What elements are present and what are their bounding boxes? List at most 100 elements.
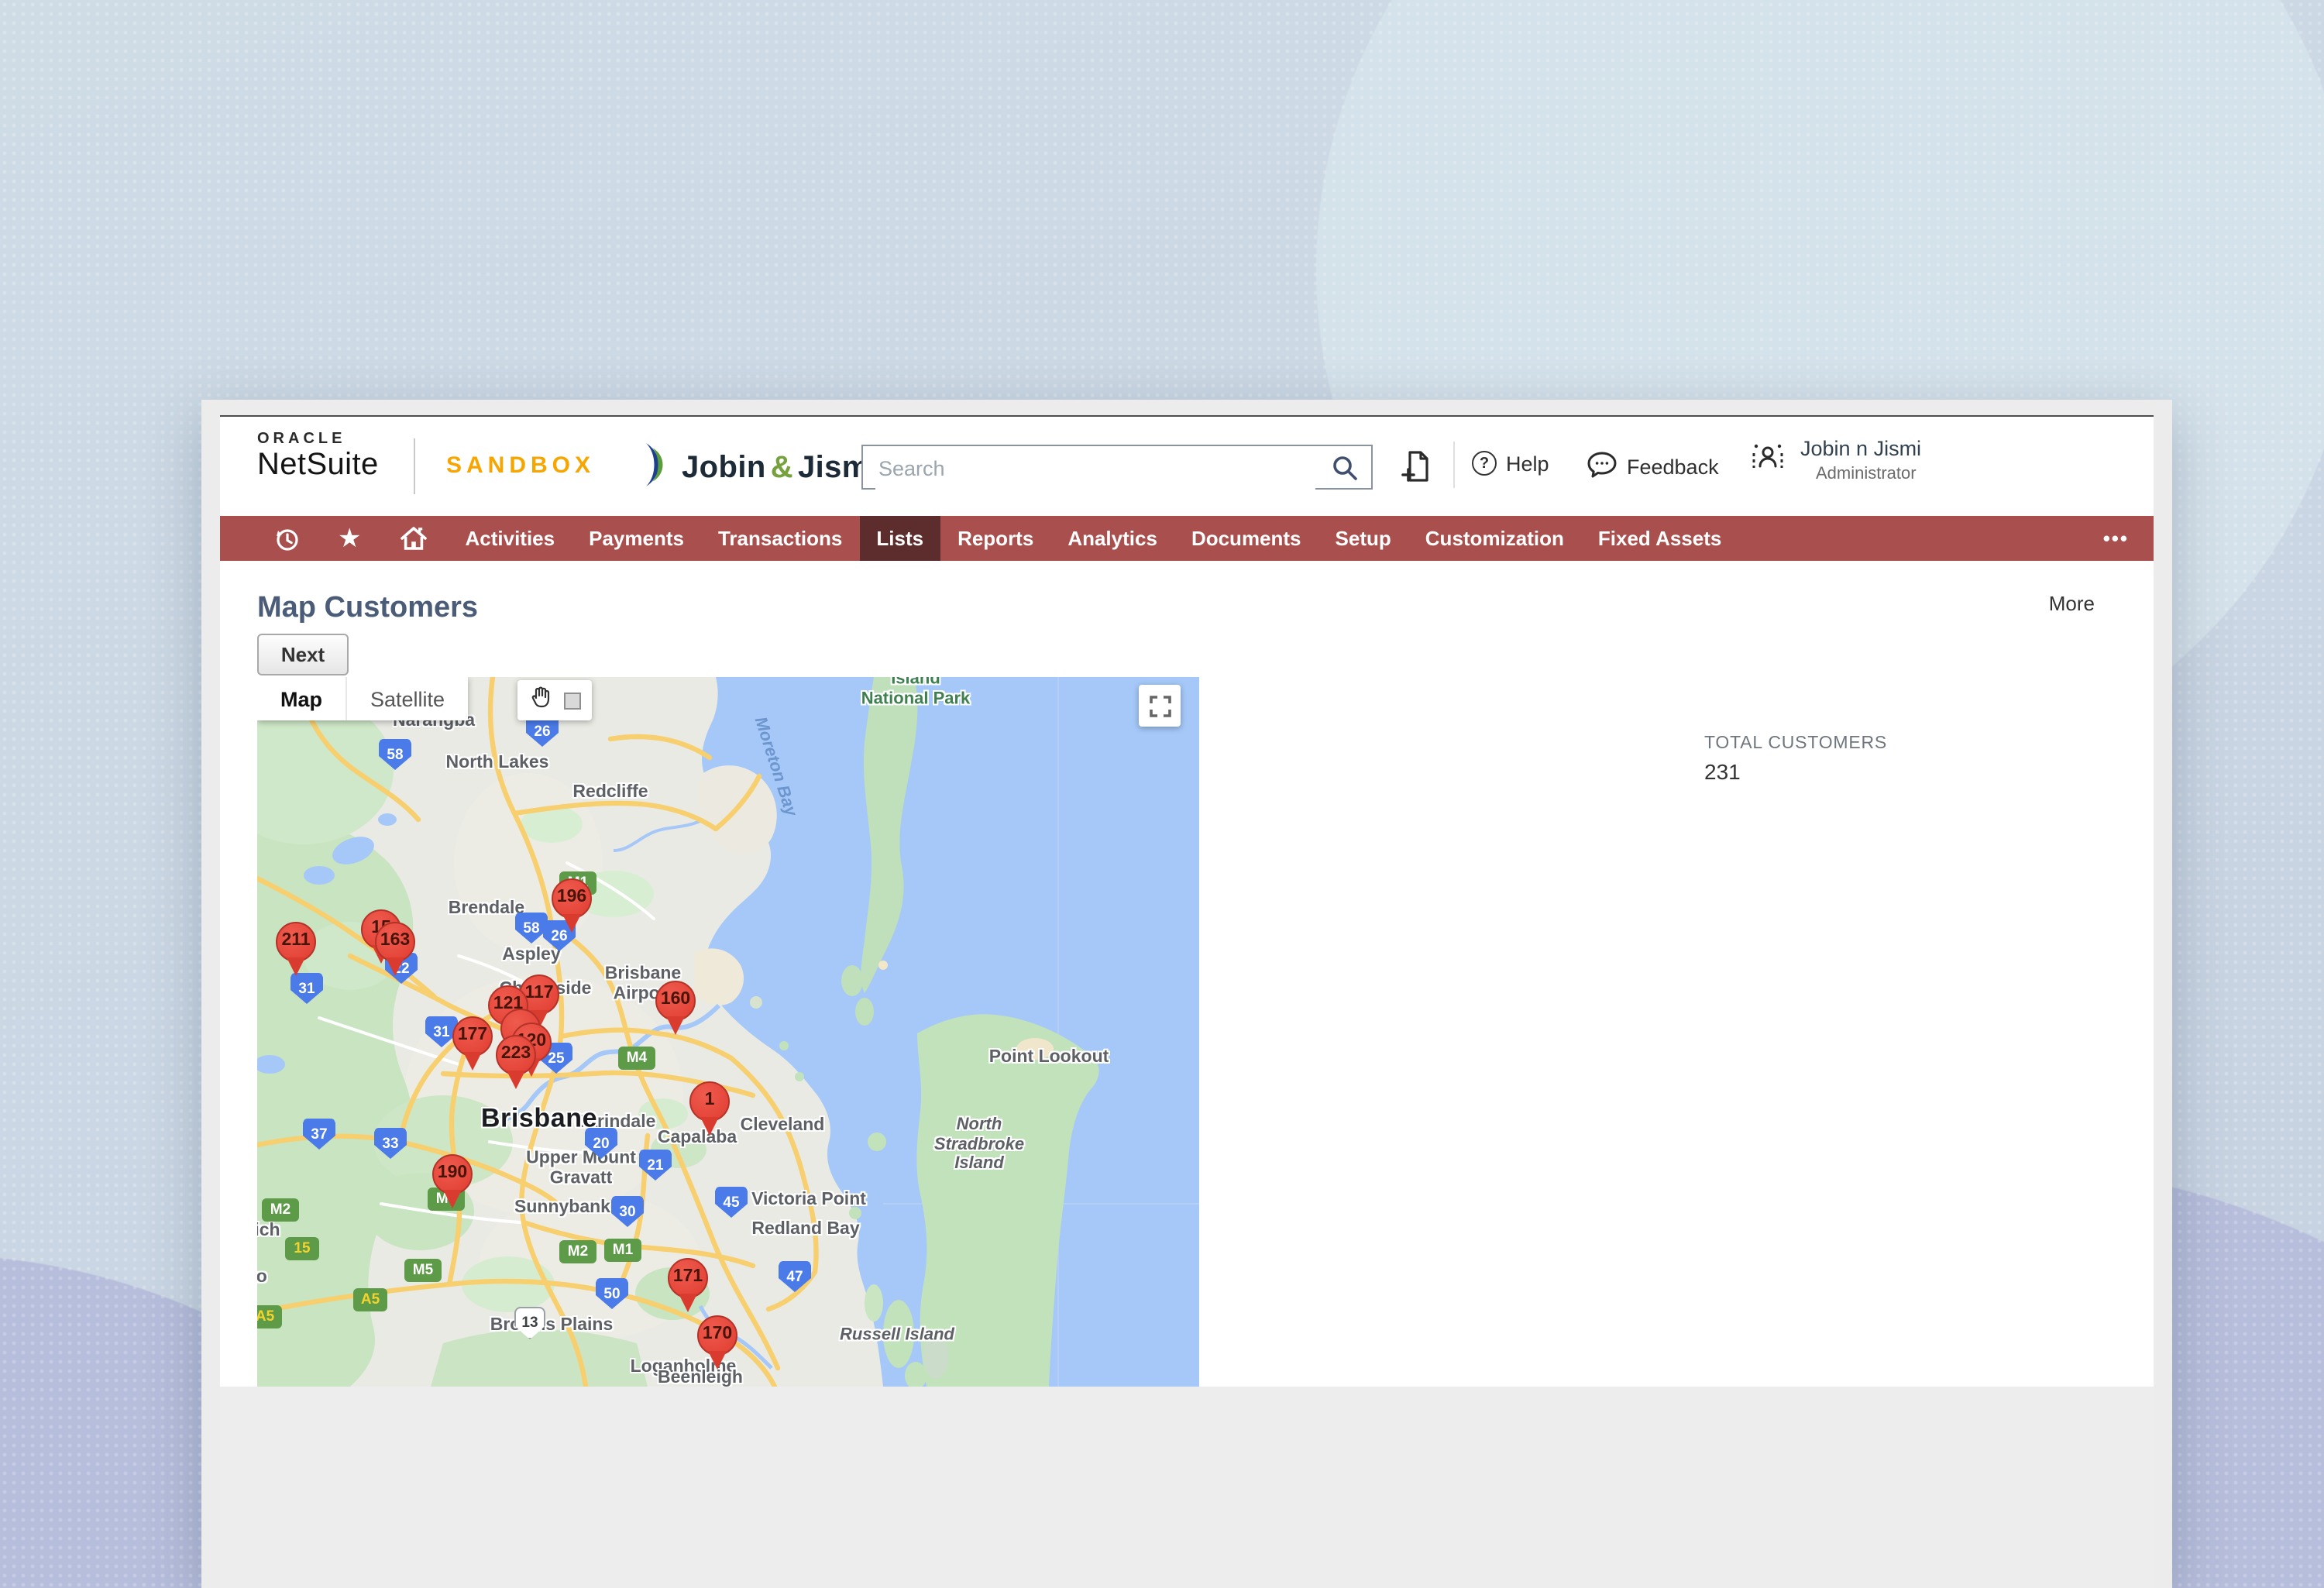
oracle-netsuite-logo[interactable]: ORACLE NetSuite — [257, 431, 379, 483]
map-marker-190[interactable]: 190 — [432, 1154, 473, 1212]
map-label-to: to — [257, 1268, 267, 1288]
user-role: Administrator — [1816, 465, 1921, 483]
map-marker-160[interactable]: 160 — [655, 981, 696, 1038]
app-header: ORACLE NetSuite SANDBOX Jobin&Jismi — [220, 417, 2154, 516]
marquee-select-icon[interactable] — [564, 692, 581, 709]
customer-map[interactable]: NarangbaNorth LakesRedcliffeBrendaleAspl… — [257, 677, 1199, 1387]
route-shield-m5: M5 — [404, 1259, 442, 1282]
header-separator — [1453, 442, 1455, 488]
shortcuts-star-icon[interactable]: ★ — [319, 516, 380, 561]
search-input[interactable] — [875, 448, 1315, 490]
map-label-redcliffe: Redcliffe — [572, 783, 648, 803]
user-menu[interactable]: Jobin n Jismi Administrator — [1748, 437, 1921, 485]
browser-window: ORACLE NetSuite SANDBOX Jobin&Jismi — [201, 400, 2172, 1588]
nav-item-transactions[interactable]: Transactions — [701, 516, 859, 561]
marker-tail — [562, 914, 581, 933]
map-tools-control — [517, 680, 592, 720]
map-canvas — [257, 677, 1199, 1387]
nav-overflow-button[interactable]: ••• — [2103, 516, 2129, 561]
nav-item-customization[interactable]: Customization — [1408, 516, 1581, 561]
help-label: Help — [1506, 452, 1549, 475]
marker-tail — [679, 1294, 697, 1312]
marker-tail — [463, 1052, 482, 1071]
nav-item-reports[interactable]: Reports — [940, 516, 1050, 561]
nav-item-documents[interactable]: Documents — [1174, 516, 1318, 561]
map-marker-177[interactable]: 177 — [452, 1016, 493, 1074]
nav-item-lists[interactable]: Lists — [859, 516, 940, 561]
marker-tail — [666, 1016, 685, 1035]
map-type-map-button[interactable]: Map — [257, 677, 346, 720]
user-name: Jobin n Jismi — [1800, 437, 1921, 460]
search-icon[interactable] — [1331, 454, 1359, 490]
route-shield-15: 15 — [285, 1237, 319, 1260]
map-label-victoria-point: Victoria Point — [751, 1191, 866, 1211]
route-shield-a5: A5 — [257, 1305, 282, 1328]
map-label-redland-bay: Redland Bay — [751, 1220, 859, 1240]
map-marker-170[interactable]: 170 — [697, 1315, 737, 1373]
nav-item-setup[interactable]: Setup — [1318, 516, 1408, 561]
marker-tail — [287, 957, 305, 976]
netsuite-app: ORACLE NetSuite SANDBOX Jobin&Jismi — [220, 415, 2154, 1588]
marker-count: 177 — [452, 1016, 493, 1057]
marker-tail — [708, 1351, 727, 1370]
company-logo: Jobin&Jismi — [638, 440, 878, 497]
marker-count: 163 — [375, 922, 415, 962]
map-label-brendale: Brendale — [449, 899, 524, 919]
feedback-label: Feedback — [1627, 455, 1719, 479]
nav-item-fixed-assets[interactable]: Fixed Assets — [1581, 516, 1738, 561]
nav-item-payments[interactable]: Payments — [572, 516, 701, 561]
page-title: Map Customers — [257, 592, 478, 626]
nav-items: ActivitiesPaymentsTransactionsListsRepor… — [449, 516, 1739, 561]
map-marker-223[interactable]: 223 — [496, 1035, 536, 1092]
route-shield-m2: M2 — [559, 1240, 596, 1263]
map-marker-211[interactable]: 211 — [276, 922, 316, 979]
map-label-north-lakes: North Lakes — [446, 754, 549, 774]
recent-records-icon[interactable] — [254, 516, 319, 561]
sandbox-badge: SANDBOX — [446, 452, 595, 479]
route-shield-a5: A5 — [353, 1288, 387, 1311]
marker-tail — [386, 957, 404, 976]
marker-tail — [443, 1190, 462, 1208]
map-label-russell-island: Russell Island — [840, 1325, 954, 1345]
netsuite-wordmark: NetSuite — [257, 448, 379, 483]
map-label-aspley: Aspley — [502, 946, 560, 966]
map-marker-1[interactable]: 1 — [689, 1081, 730, 1139]
map-label-sunnybank: Sunnybank — [514, 1198, 610, 1218]
quick-add-icon[interactable] — [1397, 448, 1435, 493]
brand-first: Jobin — [682, 451, 766, 485]
total-customers-value: 231 — [1704, 759, 1887, 784]
map-marker-171[interactable]: 171 — [668, 1258, 708, 1315]
more-link[interactable]: More — [2049, 592, 2095, 615]
map-label-upper-mount-gravatt: Upper Mount Gravatt — [526, 1150, 636, 1191]
route-shield-m4: M4 — [618, 1047, 655, 1070]
main-nav: ★ ActivitiesPaymentsTransactionsListsRep… — [220, 516, 2154, 561]
total-customers-label: TOTAL CUSTOMERS — [1704, 734, 1887, 753]
marker-count: 160 — [655, 981, 696, 1021]
map-type-satellite-button[interactable]: Satellite — [346, 677, 468, 720]
roles-icon — [1748, 437, 1788, 485]
marker-tail — [700, 1117, 719, 1136]
help-icon: ? — [1472, 451, 1497, 476]
nav-item-activities[interactable]: Activities — [449, 516, 572, 561]
map-label-browns-plains: Browns Plains — [490, 1316, 614, 1336]
global-search[interactable] — [861, 445, 1373, 490]
map-label-cleveland: Cleveland — [741, 1116, 825, 1136]
feedback-button[interactable]: Feedback — [1587, 451, 1719, 483]
next-button[interactable]: Next — [257, 634, 349, 675]
map-label-wich: wich — [257, 1222, 280, 1242]
map-label-island-national-park: Island National Park — [861, 677, 971, 709]
map-type-control: Map Satellite — [257, 677, 468, 720]
page-content: Map Customers More Next TOTAL CUSTOMERS … — [220, 561, 2154, 1387]
marker-count: 1 — [689, 1081, 730, 1122]
nav-item-analytics[interactable]: Analytics — [1050, 516, 1174, 561]
map-label-brisbane: Brisbane — [481, 1103, 597, 1133]
pan-hand-icon[interactable] — [528, 684, 553, 717]
home-icon[interactable] — [380, 516, 449, 561]
marker-tail — [507, 1071, 525, 1089]
brand-amp: & — [766, 451, 798, 485]
fullscreen-icon[interactable] — [1139, 685, 1181, 727]
header-divider — [414, 438, 415, 494]
help-button[interactable]: ? Help — [1472, 451, 1549, 476]
map-marker-196[interactable]: 196 — [552, 878, 592, 936]
map-marker-163[interactable]: 163 — [375, 922, 415, 979]
